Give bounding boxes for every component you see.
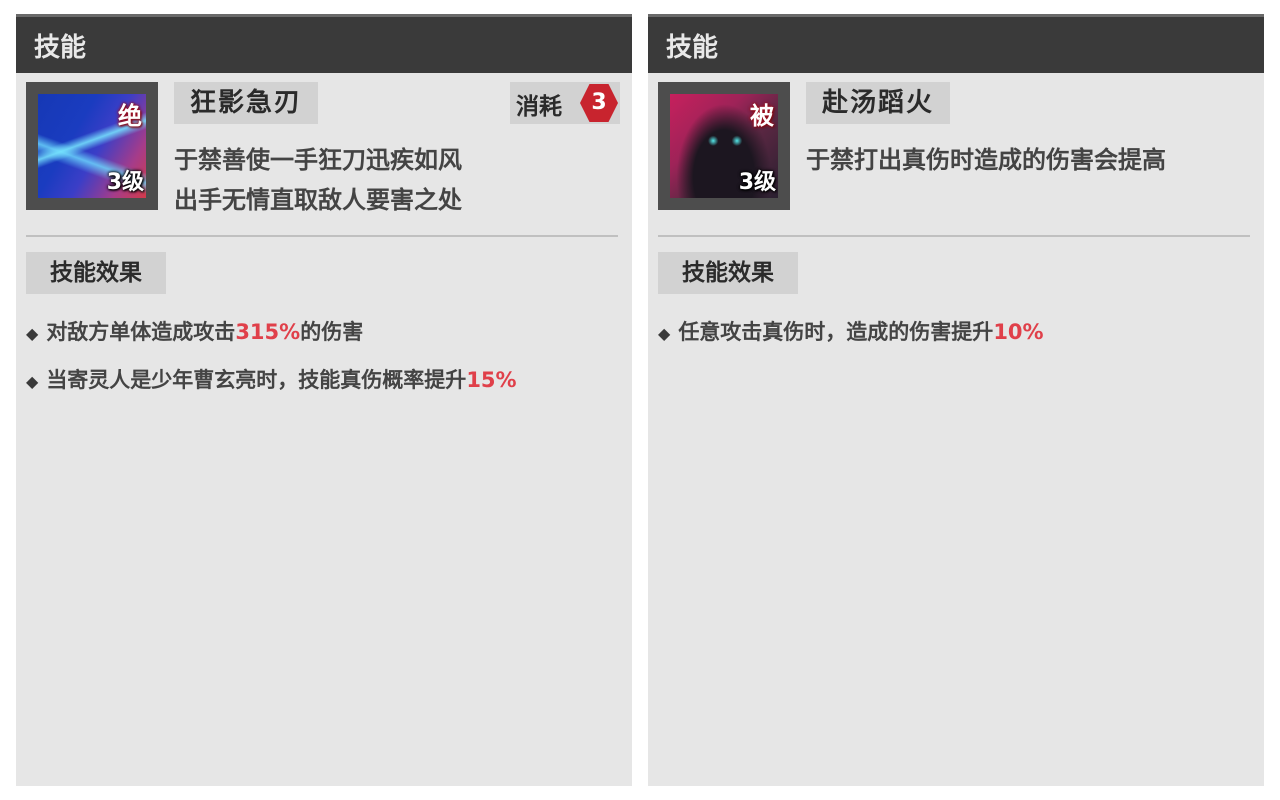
skill-icon-button[interactable]: 被 3级 bbox=[658, 82, 790, 210]
skill-description-line: 出手无情直取敌人要害之处 bbox=[174, 186, 462, 214]
effects-header: 技能效果 bbox=[50, 260, 142, 286]
effects-header-box: 技能效果 bbox=[26, 252, 166, 294]
diamond-bullet-icon: ◆ bbox=[658, 324, 671, 343]
cost-gem-icon: 3 bbox=[580, 84, 618, 122]
skill-level-badge: 3级 bbox=[106, 170, 144, 195]
skill-description: 于禁善使一手狂刀迅疾如风 出手无情直取敌人要害之处 bbox=[174, 140, 614, 220]
skill-type-badge: 被 bbox=[750, 102, 774, 130]
effect-highlight-value: 10% bbox=[993, 320, 1044, 344]
skill-panel-left: 技能 绝 3级 狂影急刃 消耗 3 于禁善使一手狂刀迅疾如风 出手无情直取敌人要… bbox=[16, 14, 632, 786]
skill-description-line: 于禁善使一手狂刀迅疾如风 bbox=[174, 146, 462, 174]
panel-header: 技能 bbox=[16, 14, 632, 73]
diamond-bullet-icon: ◆ bbox=[26, 324, 39, 343]
effect-text: 当寄灵人是少年曹玄亮时，技能真伤概率提升 bbox=[46, 368, 467, 392]
skill-art-icon: 被 3级 bbox=[670, 94, 778, 198]
panel-title: 技能 bbox=[666, 33, 719, 63]
effects-header: 技能效果 bbox=[682, 260, 774, 286]
skill-panel-right: 技能 被 3级 赴汤蹈火 于禁打出真伤时造成的伤害会提高 技能效果 ◆ 任意攻击真… bbox=[648, 14, 1264, 786]
effect-text-suffix: 的伤害 bbox=[300, 320, 364, 344]
skill-art-icon: 绝 3级 bbox=[38, 94, 146, 198]
effect-item: ◆ 任意攻击真伤时，造成的伤害提升10% bbox=[658, 312, 1258, 352]
divider bbox=[26, 235, 618, 237]
skill-description-line: 于禁打出真伤时造成的伤害会提高 bbox=[806, 146, 1166, 174]
skill-description: 于禁打出真伤时造成的伤害会提高 bbox=[806, 140, 1256, 180]
panel-title: 技能 bbox=[34, 33, 87, 63]
effect-highlight-value: 315% bbox=[235, 320, 301, 344]
skill-cost: 消耗 3 bbox=[510, 82, 620, 124]
effects-header-box: 技能效果 bbox=[658, 252, 798, 294]
divider bbox=[658, 235, 1250, 237]
skill-name-box: 赴汤蹈火 bbox=[806, 82, 951, 124]
skill-name: 狂影急刃 bbox=[190, 88, 303, 118]
cost-label: 消耗 bbox=[516, 94, 562, 120]
skill-icon-button[interactable]: 绝 3级 bbox=[26, 82, 158, 210]
panel-header: 技能 bbox=[648, 14, 1264, 73]
effect-highlight-value: 15% bbox=[466, 368, 517, 392]
effect-text: 任意攻击真伤时，造成的伤害提升 bbox=[678, 320, 994, 344]
effect-text: 对敌方单体造成攻击 bbox=[46, 320, 236, 344]
skill-name: 赴汤蹈火 bbox=[822, 88, 935, 118]
skill-type-badge: 绝 bbox=[118, 102, 142, 130]
effect-item: ◆ 对敌方单体造成攻击315%的伤害 bbox=[26, 312, 626, 352]
skill-level-badge: 3级 bbox=[738, 170, 776, 195]
diamond-bullet-icon: ◆ bbox=[26, 372, 39, 391]
skill-name-box: 狂影急刃 bbox=[174, 82, 319, 124]
cost-value: 3 bbox=[591, 90, 607, 115]
effect-item: ◆ 当寄灵人是少年曹玄亮时，技能真伤概率提升15% bbox=[26, 360, 626, 400]
